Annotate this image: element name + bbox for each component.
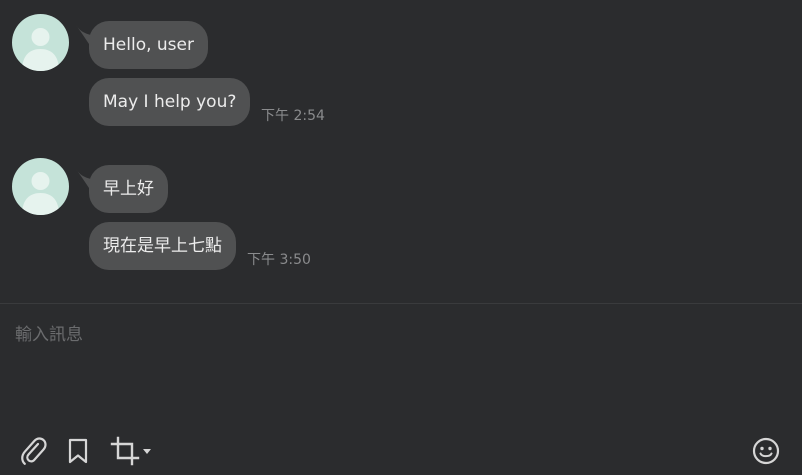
message-bubble[interactable]: 現在是早上七點: [89, 222, 236, 270]
paperclip-icon: [21, 437, 47, 465]
message-composer: [0, 304, 802, 424]
bookmark-icon: [68, 438, 88, 464]
caret-down-icon: [143, 449, 151, 454]
crop-icon: [110, 436, 140, 466]
message-timestamp: 下午 2:54: [261, 108, 325, 124]
crop-button[interactable]: [108, 434, 154, 468]
attach-button[interactable]: [18, 434, 50, 468]
message-bubble[interactable]: 早上好: [89, 165, 168, 213]
avatar[interactable]: [12, 14, 69, 71]
emoji-icon: [752, 437, 780, 465]
user-silhouette-icon: [22, 28, 59, 71]
message-timestamp: 下午 3:50: [247, 252, 311, 268]
message-bubble[interactable]: Hello, user: [89, 21, 208, 69]
message-input[interactable]: [0, 304, 802, 424]
composer-toolbar: [0, 428, 802, 475]
avatar[interactable]: [12, 158, 69, 215]
user-silhouette-icon: [22, 172, 59, 215]
emoji-button[interactable]: [750, 434, 782, 468]
bookmark-button[interactable]: [64, 434, 92, 468]
chat-history: Hello, user May I help you? 下午 2:54 早上好 …: [0, 0, 802, 303]
message-bubble[interactable]: May I help you?: [89, 78, 251, 126]
